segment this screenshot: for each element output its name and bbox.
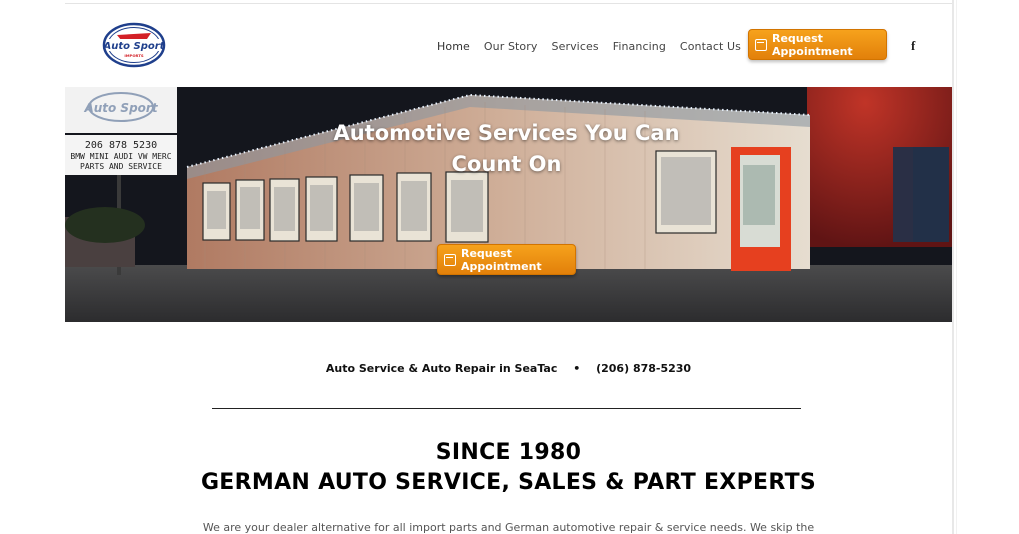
sign-phone: 206 878 5230 (85, 140, 157, 151)
site-header: Auto Sport IMPORTS Home Our Story Servic… (65, 4, 952, 87)
scrollbar-track[interactable] (952, 0, 954, 534)
sign-tagline: PARTS AND SERVICE (80, 162, 162, 171)
experts-heading: GERMAN AUTO SERVICE, SALES & PART EXPERT… (200, 470, 817, 495)
phone-number-link[interactable]: (206) 878-5230 (596, 362, 691, 375)
section-divider (212, 408, 801, 409)
contact-info-line: Auto Service & Auto Repair in SeaTac • (… (65, 362, 952, 375)
nav-our-story[interactable]: Our Story (484, 40, 538, 53)
since-heading: SINCE 1980 (435, 440, 582, 465)
request-appointment-button[interactable]: Request Appointment (748, 29, 887, 60)
sign-makes: BMW MINI AUDI VW MERC (70, 152, 171, 161)
nav-services[interactable]: Services (552, 40, 599, 53)
nav-contact-us[interactable]: Contact Us (680, 40, 741, 53)
hero-request-appointment-button[interactable]: Request Appointment (437, 244, 576, 275)
request-appointment-label: Request Appointment (772, 31, 853, 58)
autosport-logo[interactable]: Auto Sport IMPORTS (101, 22, 167, 68)
logo-text: Auto Sport (103, 41, 166, 52)
hero-title-line1: Automotive Services You Can (333, 121, 680, 145)
main-nav: Home Our Story Services Financing Contac… (437, 40, 755, 53)
separator-dot: • (573, 362, 581, 375)
calendar-icon (755, 38, 767, 51)
hero-banner: Auto Sport 206 878 5230 BMW MINI AUDI VW… (65, 87, 952, 322)
service-location-text: Auto Service & Auto Repair in SeaTac (325, 362, 558, 375)
nav-home[interactable]: Home (437, 40, 470, 53)
facebook-icon[interactable]: f (911, 38, 915, 54)
hero-title: Automotive Services You Can Count On (265, 118, 748, 180)
nav-financing[interactable]: Financing (613, 40, 666, 53)
intro-paragraph: We are your dealer alternative for all i… (202, 521, 815, 534)
svg-text:Auto Sport: Auto Sport (83, 101, 158, 115)
logo-subtext: IMPORTS (124, 53, 144, 58)
page-edge (956, 0, 957, 534)
hero-cta-label: Request Appointment (461, 246, 542, 273)
page-frame: Auto Sport IMPORTS Home Our Story Servic… (65, 3, 952, 534)
calendar-icon (444, 253, 456, 266)
hero-title-line2: Count On (451, 152, 562, 176)
